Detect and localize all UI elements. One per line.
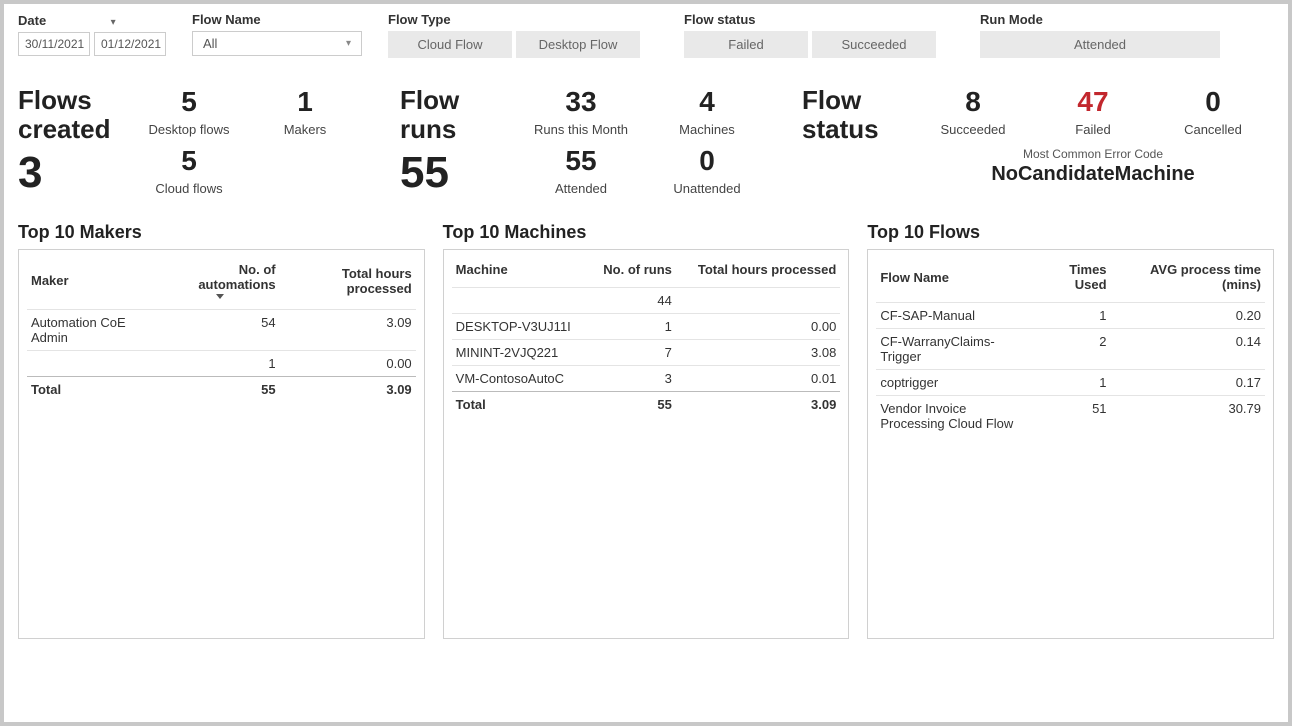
table-row[interactable]: coptrigger 1 0.17 (876, 370, 1265, 396)
filter-run-mode: Run Mode Attended (980, 12, 1230, 58)
filter-run-mode-label: Run Mode (980, 12, 1230, 27)
th-machine[interactable]: Machine (452, 256, 590, 288)
kpi-unattended-label: Unattended (662, 181, 752, 196)
filter-flow-type-label: Flow Type (388, 12, 658, 27)
card-top-machines-title: Top 10 Machines (443, 222, 850, 243)
table-row[interactable]: DESKTOP-V3UJ11I 1 0.00 (452, 314, 841, 340)
table-machines: Machine No. of runs Total hours processe… (452, 256, 841, 417)
kpi-failed-label: Failed (1048, 122, 1138, 137)
table-total-row: Total 55 3.09 (452, 392, 841, 418)
table-row[interactable]: VM-ContosoAutoC 3 0.01 (452, 366, 841, 392)
th-times-used[interactable]: Times Used (1032, 256, 1110, 303)
kpi-desktop-flows-value: 5 (144, 86, 234, 118)
card-top-makers: Top 10 Makers Maker No. of automations T… (18, 222, 425, 639)
kpi-flow-status: Flow status 8 Succeeded 47 Failed 0 Canc… (802, 86, 1258, 196)
filter-flow-type: Flow Type Cloud Flow Desktop Flow (388, 12, 658, 58)
table-total-row: Total 55 3.09 (27, 377, 416, 403)
filter-bar: Date ▾ 30/11/2021 01/12/2021 Flow Name A… (18, 12, 1274, 58)
kpi-error-value: NoCandidateMachine (991, 163, 1194, 186)
run-mode-attended-button[interactable]: Attended (980, 31, 1220, 58)
th-automations[interactable]: No. of automations (160, 256, 280, 310)
filter-flow-name-label: Flow Name (192, 12, 362, 27)
chevron-down-icon[interactable]: ▾ (111, 17, 116, 28)
table-row[interactable]: CF-WarranyClaims-Trigger 2 0.14 (876, 329, 1265, 370)
th-flow-name[interactable]: Flow Name (876, 256, 1032, 303)
kpi-runs-month-value: 33 (526, 86, 636, 118)
card-top-machines: Top 10 Machines Machine No. of runs Tota… (443, 222, 850, 639)
table-row[interactable]: Vendor Invoice Processing Cloud Flow 51 … (876, 396, 1265, 437)
kpi-makers-label: Makers (260, 122, 350, 137)
kpi-cancelled-value: 0 (1168, 86, 1258, 118)
kpi-cloud-flows-label: Cloud flows (144, 181, 234, 196)
date-from-input[interactable]: 30/11/2021 (18, 32, 90, 56)
kpi-cancelled-label: Cancelled (1168, 122, 1258, 137)
chevron-down-icon: ▾ (346, 38, 351, 49)
table-row[interactable]: 44 (452, 288, 841, 314)
table-flows: Flow Name Times Used AVG process time (m… (876, 256, 1265, 436)
kpi-flow-status-title: Flow status (802, 86, 902, 143)
filter-date-label: Date (18, 13, 46, 28)
kpi-machines-value: 4 (662, 86, 752, 118)
filter-flow-status-label: Flow status (684, 12, 954, 27)
kpi-attended-value: 55 (526, 145, 636, 177)
flow-status-succeeded-button[interactable]: Succeeded (812, 31, 936, 58)
kpi-makers-value: 1 (260, 86, 350, 118)
sort-desc-icon (216, 294, 224, 299)
table-makers: Maker No. of automations Total hours pro… (27, 256, 416, 402)
kpi-flow-runs-title: Flow runs (400, 86, 500, 143)
flow-name-dropdown[interactable]: All ▾ (192, 31, 362, 56)
kpi-succeeded-value: 8 (928, 86, 1018, 118)
tables-row: Top 10 Makers Maker No. of automations T… (18, 222, 1274, 639)
th-maker[interactable]: Maker (27, 256, 160, 310)
kpi-flow-runs-value: 55 (400, 151, 500, 195)
kpi-flows-created-title: Flows created (18, 86, 118, 143)
kpi-runs-month-label: Runs this Month (526, 122, 636, 137)
kpi-attended-label: Attended (526, 181, 636, 196)
kpi-row: Flows created 3 5 Desktop flows 5 Cloud … (18, 86, 1274, 196)
flow-type-cloud-button[interactable]: Cloud Flow (388, 31, 512, 58)
kpi-desktop-flows-label: Desktop flows (144, 122, 234, 137)
card-top-flows: Top 10 Flows Flow Name Times Used AVG pr… (867, 222, 1274, 639)
table-row[interactable]: Automation CoE Admin 54 3.09 (27, 310, 416, 351)
filter-flow-status: Flow status Failed Succeeded (684, 12, 954, 58)
kpi-error-caption: Most Common Error Code (991, 147, 1194, 161)
kpi-flows-created: Flows created 3 5 Desktop flows 5 Cloud … (18, 86, 350, 196)
kpi-cloud-flows-value: 5 (144, 145, 234, 177)
filter-flow-name: Flow Name All ▾ (192, 12, 362, 56)
card-top-flows-title: Top 10 Flows (867, 222, 1274, 243)
th-avg-time[interactable]: AVG process time (mins) (1111, 256, 1265, 303)
date-to-input[interactable]: 01/12/2021 (94, 32, 166, 56)
flow-status-failed-button[interactable]: Failed (684, 31, 808, 58)
kpi-flows-created-value: 3 (18, 151, 118, 195)
kpi-unattended-value: 0 (662, 145, 752, 177)
table-row[interactable]: MININT-2VJQ221 7 3.08 (452, 340, 841, 366)
th-hours[interactable]: Total hours processed (280, 256, 416, 310)
card-top-makers-title: Top 10 Makers (18, 222, 425, 243)
th-runs[interactable]: No. of runs (590, 256, 676, 288)
table-row[interactable]: CF-SAP-Manual 1 0.20 (876, 303, 1265, 329)
kpi-succeeded-label: Succeeded (928, 122, 1018, 137)
th-hours2[interactable]: Total hours processed (676, 256, 840, 288)
kpi-failed-value: 47 (1048, 86, 1138, 118)
filter-date: Date ▾ 30/11/2021 01/12/2021 (18, 12, 166, 56)
kpi-flow-runs: Flow runs 55 33 Runs this Month 55 Atten… (400, 86, 752, 196)
kpi-machines-label: Machines (662, 122, 752, 137)
flow-name-value: All (203, 36, 217, 51)
flow-type-desktop-button[interactable]: Desktop Flow (516, 31, 640, 58)
table-row[interactable]: 1 0.00 (27, 351, 416, 377)
